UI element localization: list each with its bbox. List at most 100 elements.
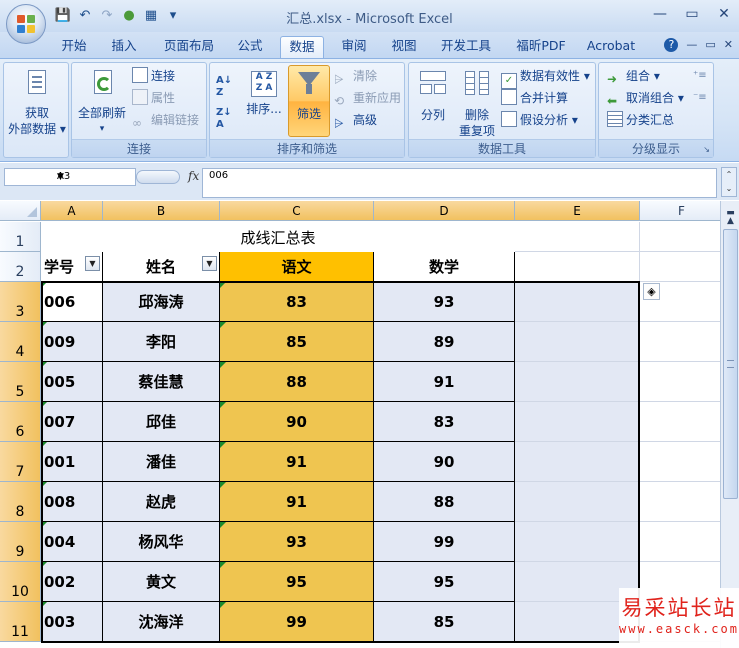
workbook-minimize-button[interactable]: — — [686, 38, 697, 52]
cell-name[interactable]: 邱海涛 — [103, 282, 220, 322]
cell-empty-e[interactable] — [515, 402, 640, 442]
row-header-6[interactable]: 6 — [0, 402, 41, 442]
tab-review[interactable]: 审阅 — [334, 36, 374, 58]
tab-view[interactable]: 视图 — [384, 36, 424, 58]
name-box[interactable]: A3 ▼ — [4, 168, 136, 186]
filter-button[interactable]: 筛选 — [288, 65, 330, 137]
cell-empty-e[interactable] — [515, 282, 640, 322]
cell-student-id[interactable]: 003 — [41, 602, 103, 642]
tab-data[interactable]: 数据 — [280, 36, 324, 58]
row-header-7[interactable]: 7 — [0, 442, 41, 482]
subtotal-button[interactable]: 分类汇总 — [607, 110, 674, 130]
cell-math-score[interactable]: 95 — [374, 562, 515, 602]
cell-math-score[interactable]: 93 — [374, 282, 515, 322]
tab-insert[interactable]: 插入 — [104, 36, 144, 58]
column-header-d[interactable]: D — [374, 201, 515, 221]
advanced-filter-button[interactable]: ⩥ 高级 — [334, 110, 377, 130]
formula-bar-expand-icon[interactable]: ⌃ ⌄ — [721, 167, 737, 197]
cell-math-score[interactable]: 91 — [374, 362, 515, 402]
tab-developer[interactable]: 开发工具 — [434, 36, 498, 58]
cell-name[interactable]: 蔡佳慧 — [103, 362, 220, 402]
what-if-analysis-button[interactable]: 假设分析 ▾ — [501, 110, 578, 130]
cell-chinese-score[interactable]: 88 — [220, 362, 374, 402]
connections-button[interactable]: 连接 — [132, 66, 175, 86]
header-cell-name[interactable]: 姓名 ▼ — [103, 252, 220, 282]
cell-math-score[interactable]: 99 — [374, 522, 515, 562]
cell-student-id[interactable]: 002 — [41, 562, 103, 602]
cell-empty-e[interactable] — [515, 482, 640, 522]
show-detail-icon[interactable]: ⁺≡ — [693, 66, 707, 86]
column-header-a[interactable]: A — [41, 201, 103, 221]
edit-links-button[interactable]: ∞ 编辑链接 — [132, 110, 199, 130]
cell-student-id[interactable]: 001 — [41, 442, 103, 482]
insert-function-button[interactable]: fx — [188, 169, 199, 183]
header-cell-chinese[interactable]: 语文 — [220, 252, 374, 282]
expand-slider-icon[interactable] — [136, 170, 180, 184]
close-button[interactable]: ✕ — [713, 4, 735, 24]
row-header-5[interactable]: 5 — [0, 362, 41, 402]
cell-student-id[interactable]: 005 — [41, 362, 103, 402]
refresh-all-button[interactable]: 全部刷新 ▾ — [74, 67, 130, 137]
cell-chinese-score[interactable]: 95 — [220, 562, 374, 602]
select-all-button[interactable] — [0, 201, 41, 221]
cell-student-id[interactable]: 006 — [41, 282, 103, 322]
error-smart-tag-icon[interactable]: ◈ — [643, 283, 660, 300]
data-validation-button[interactable]: ✓ 数据有效性 ▾ — [501, 66, 590, 89]
cell-chinese-score[interactable]: 91 — [220, 442, 374, 482]
get-external-data-button[interactable]: 获取 外部数据 ▾ — [6, 67, 68, 137]
cell-chinese-score[interactable]: 99 — [220, 602, 374, 642]
vertical-scrollbar[interactable]: ▬ ▲ — [720, 201, 739, 648]
office-button[interactable] — [6, 4, 46, 44]
row-header-10[interactable]: 10 — [0, 562, 41, 602]
cell-student-id[interactable]: 009 — [41, 322, 103, 362]
name-box-dropdown-icon[interactable]: ▼ — [57, 169, 132, 185]
cell-student-id[interactable]: 004 — [41, 522, 103, 562]
worksheet-grid[interactable]: A B C D E F 1 2 3 4 5 6 7 8 9 10 11 成线汇总… — [0, 201, 720, 648]
row-header-11[interactable]: 11 — [0, 602, 41, 642]
tab-home[interactable]: 开始 — [54, 36, 94, 58]
ungroup-button[interactable]: ⬅ 取消组合 ▾ — [607, 88, 684, 108]
column-header-e[interactable]: E — [515, 201, 640, 221]
row-header-1[interactable]: 1 — [0, 222, 41, 252]
tab-formulas[interactable]: 公式 — [230, 36, 270, 58]
row-header-2[interactable]: 2 — [0, 252, 41, 282]
clear-filter-button[interactable]: ⩥ 清除 — [334, 66, 377, 86]
sort-descending-button[interactable]: Z↓ A — [216, 107, 232, 131]
cell-name[interactable]: 潘佳 — [103, 442, 220, 482]
scroll-up-icon[interactable]: ▲ — [723, 213, 738, 229]
column-header-f[interactable]: F — [640, 201, 720, 221]
cell-empty-e[interactable] — [515, 522, 640, 562]
cell-math-score[interactable]: 85 — [374, 602, 515, 642]
cell-name[interactable]: 黄文 — [103, 562, 220, 602]
sort-button[interactable]: A ZZ A 排序... — [242, 67, 286, 117]
group-button[interactable]: ➜ 组合 ▾ — [607, 66, 660, 86]
column-header-c[interactable]: C — [220, 201, 374, 221]
filter-dropdown-icon[interactable]: ▼ — [85, 256, 100, 271]
reapply-button[interactable]: ⟲ 重新应用 — [334, 88, 401, 108]
row-header-3[interactable]: 3 — [0, 282, 41, 322]
workbook-close-button[interactable]: ✕ — [724, 38, 733, 52]
cell-name[interactable]: 杨风华 — [103, 522, 220, 562]
formula-input[interactable]: 006 — [202, 168, 717, 198]
cell-math-score[interactable]: 89 — [374, 322, 515, 362]
cell-math-score[interactable]: 88 — [374, 482, 515, 522]
workbook-restore-button[interactable]: ▭ — [705, 38, 715, 52]
dialog-launcher-icon[interactable]: ↘ — [703, 145, 710, 154]
cell-empty-e[interactable] — [515, 322, 640, 362]
cell-chinese-score[interactable]: 93 — [220, 522, 374, 562]
cell-chinese-score[interactable]: 85 — [220, 322, 374, 362]
header-cell-math[interactable]: 数学 — [374, 252, 515, 282]
hide-detail-icon[interactable]: ⁻≡ — [693, 88, 707, 108]
tab-acrobat[interactable]: Acrobat — [582, 36, 640, 58]
help-icon[interactable]: ? — [664, 38, 679, 52]
sheet-title-cell[interactable]: 成线汇总表 — [41, 222, 515, 252]
filter-dropdown-icon[interactable]: ▼ — [202, 256, 217, 271]
sort-ascending-button[interactable]: A↓ Z — [216, 75, 232, 99]
cell-empty-e[interactable] — [515, 362, 640, 402]
cell-student-id[interactable]: 008 — [41, 482, 103, 522]
remove-duplicates-button[interactable]: 删除 重复项 — [455, 67, 499, 139]
cell-name[interactable]: 沈海洋 — [103, 602, 220, 642]
tab-foxit-pdf[interactable]: 福昕PDF — [508, 36, 574, 58]
cell-math-score[interactable]: 90 — [374, 442, 515, 482]
cell-name[interactable]: 赵虎 — [103, 482, 220, 522]
